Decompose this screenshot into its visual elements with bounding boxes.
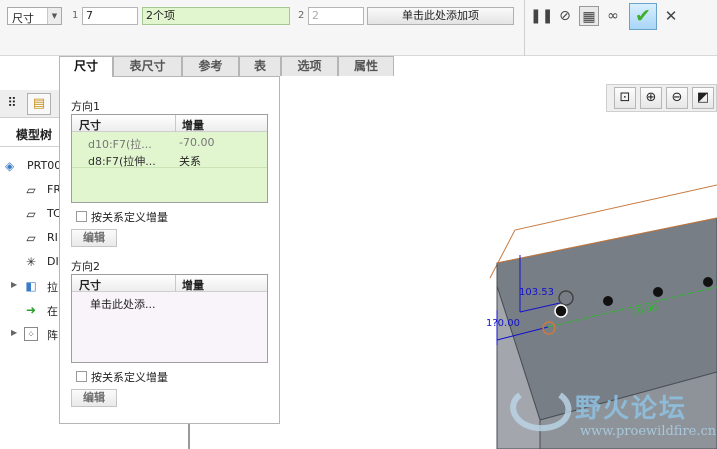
repaint-icon[interactable]: ◩ [692,87,714,109]
edit-relation-button-dir1[interactable]: 编辑 [71,229,117,247]
refit-zoom-icon[interactable]: ⊡ [614,87,636,109]
relation-checkbox-label: 按关系定义增量 [91,211,168,224]
column-header-increment: 增量 [182,279,204,292]
hole [653,287,663,297]
column-header-dimension: 尺寸 [79,119,101,132]
table-header: 尺寸 增量 [72,275,267,292]
watermark-url: www.proewildfire.cn [580,424,717,439]
direction2-table[interactable]: 尺寸 增量 单击此处添... [71,274,268,363]
direction1-table[interactable]: 尺寸 增量 d10:F7(拉... -70.00 d8:F7(拉伸... 关系 [71,114,268,203]
direction1-label: 方向1 [71,100,100,113]
dimension-label-2[interactable]: 1?0.00 [486,318,520,329]
table-row-dim[interactable]: d10:F7(拉... [88,136,152,152]
direction2-label: 方向2 [71,260,100,273]
zoom-in-icon[interactable]: ⊕ [640,87,662,109]
add-dimension-row[interactable]: 单击此处添... [90,296,156,312]
hole [603,296,613,306]
hole [703,277,713,287]
zoom-out-icon[interactable]: ⊖ [666,87,688,109]
column-header-dimension: 尺寸 [79,279,101,292]
relation-checkbox-label: 按关系定义增量 [91,371,168,384]
column-header-increment: 增量 [182,119,204,132]
table-row-increment[interactable]: -70.00 [179,136,214,149]
relation-checkbox-dir2[interactable] [76,371,87,382]
dimensions-panel: 方向1 尺寸 增量 d10:F7(拉... -70.00 d8:F7(拉伸...… [59,76,280,424]
relation-checkbox-dir1[interactable] [76,211,87,222]
watermark-title: 野火论坛 [575,394,688,424]
hole [554,304,568,318]
edit-relation-button-dir2[interactable]: 编辑 [71,389,117,407]
dimension-label-1[interactable]: 103.53 [519,287,554,298]
table-header: 尺寸 增量 [72,115,267,132]
tab-dimensions[interactable]: 尺寸 [59,56,113,77]
